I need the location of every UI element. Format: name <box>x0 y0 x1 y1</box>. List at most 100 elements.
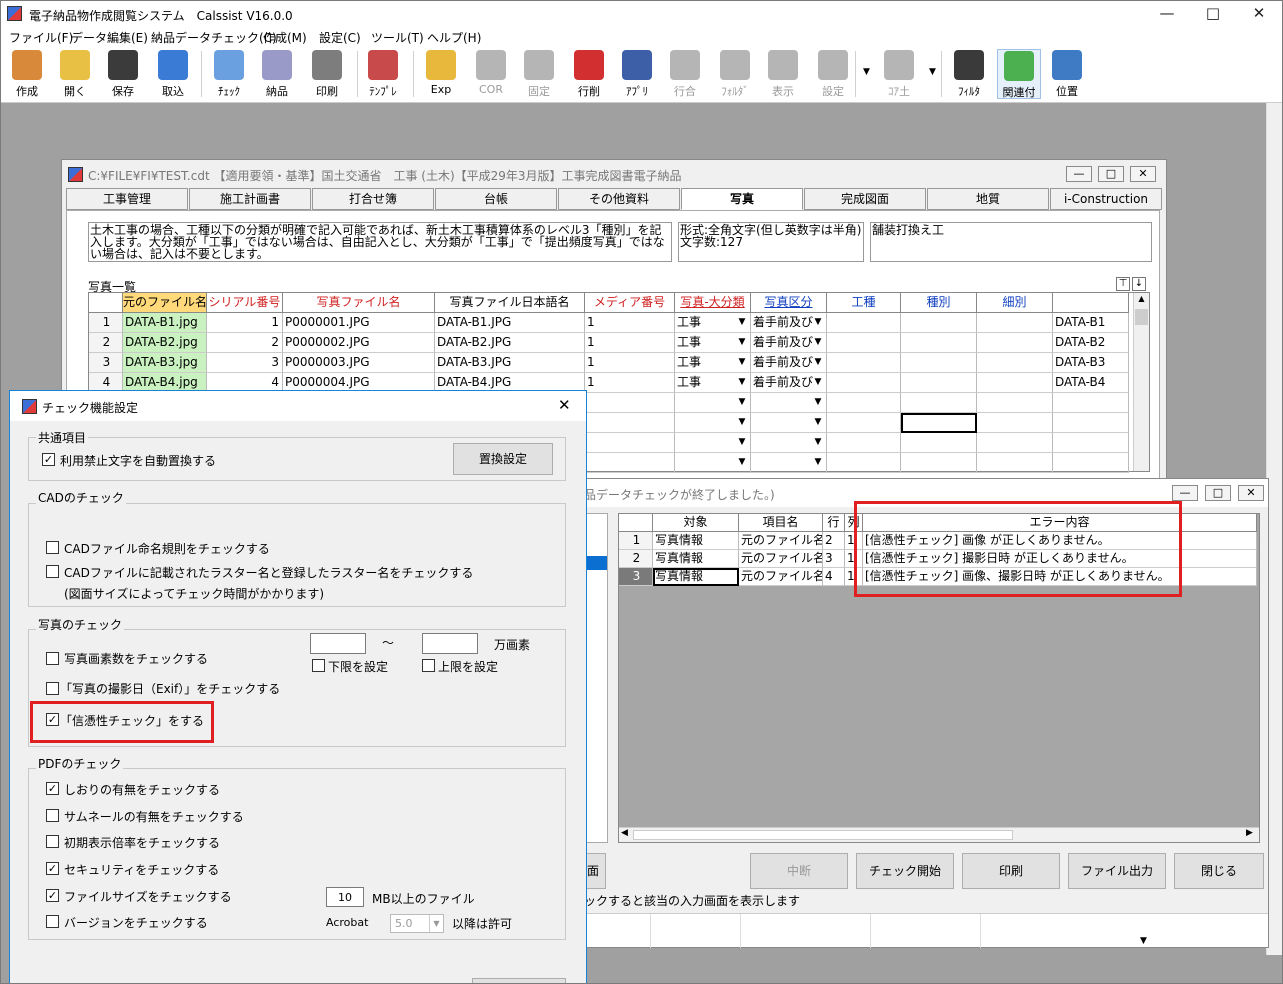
table-cell[interactable]: ▼ <box>751 453 827 473</box>
chevron-down-icon[interactable]: ▼ <box>735 413 749 431</box>
row-header[interactable]: 3 <box>619 568 653 586</box>
tab-other-documents[interactable]: その他資料 <box>558 188 680 210</box>
chevron-down-icon[interactable]: ▼ <box>811 313 825 331</box>
toolbar-button-open-folder[interactable]: 開く <box>53 49 97 99</box>
table-cell[interactable]: ▼ <box>675 393 751 413</box>
chevron-down-icon[interactable]: ▼ <box>735 333 749 351</box>
table-cell[interactable]: ▼ <box>751 433 827 453</box>
table-cell[interactable]: 写真情報 <box>653 568 739 586</box>
table-cell[interactable] <box>901 413 977 433</box>
result-close-button[interactable]: ✕ <box>1238 485 1264 501</box>
filesize-checkbox[interactable]: ✓ <box>46 889 59 902</box>
table-cell[interactable]: DATA-B2.jpg <box>123 333 207 353</box>
error-grid-hscrollbar[interactable]: ◀ ▶ <box>619 827 1259 842</box>
table-cell[interactable]: 1 <box>585 333 675 353</box>
menu-create[interactable]: 作成(M) <box>263 29 307 46</box>
column-header[interactable]: 種別 <box>901 293 977 313</box>
doc-maximize-button[interactable]: □ <box>1098 166 1124 182</box>
table-cell[interactable]: DATA-B2 <box>1053 333 1129 353</box>
bookmark-checkbox[interactable]: ✓ <box>46 782 59 795</box>
ok-button[interactable] <box>472 978 566 983</box>
toolbar-button-core-soil[interactable]: ｺｱ土 <box>877 49 921 99</box>
close-button[interactable]: ✕ <box>1236 1 1282 27</box>
field-value-input[interactable]: 舗装打換え工 <box>870 222 1152 262</box>
chevron-down-icon[interactable]: ▼ <box>811 333 825 351</box>
toolbar-button-printer[interactable]: 印刷 <box>305 49 349 99</box>
column-header[interactable] <box>619 514 653 532</box>
tab-completion-drawing[interactable]: 完成図面 <box>804 188 926 210</box>
toolbar-button-create[interactable]: 作成 <box>5 49 49 99</box>
column-header[interactable]: 写真区分 <box>751 293 827 313</box>
file-output-button[interactable]: ファイル出力 <box>1068 853 1166 889</box>
tab-construction-management[interactable]: 工事管理 <box>66 188 188 210</box>
table-cell[interactable] <box>977 313 1053 333</box>
dropdown-arrow-icon[interactable]: ▼ <box>863 67 870 77</box>
column-header[interactable]: 対象 <box>653 514 739 532</box>
toolbar-button-template[interactable]: ﾃﾝﾌﾟﾚ <box>361 49 405 99</box>
column-header[interactable]: メディア番号 <box>585 293 675 313</box>
upper-limit-checkbox[interactable] <box>422 659 435 672</box>
menu-settings[interactable]: 設定(C) <box>319 29 361 46</box>
scroll-left-arrow-icon[interactable]: ◀ <box>621 828 628 838</box>
table-cell[interactable] <box>977 353 1053 373</box>
column-header[interactable]: 写真ファイル日本語名 <box>435 293 585 313</box>
table-cell[interactable]: 工事 ▼ <box>675 353 751 373</box>
column-header[interactable]: 行 <box>823 514 845 532</box>
chevron-down-icon[interactable]: ▼ <box>429 915 443 932</box>
column-header[interactable]: 写真-大分類 <box>675 293 751 313</box>
table-cell[interactable] <box>977 333 1053 353</box>
hscroll-thumb[interactable] <box>633 830 1013 840</box>
replace-settings-button[interactable]: 置換設定 <box>453 443 553 475</box>
table-cell[interactable] <box>585 413 675 433</box>
chevron-down-icon[interactable]: ▼ <box>735 353 749 371</box>
table-cell[interactable] <box>585 453 675 473</box>
close-result-button[interactable]: 閉じる <box>1174 853 1264 889</box>
toolbar-button-check-magnifier[interactable]: ﾁｪｯｸ <box>207 49 251 99</box>
toolbar-button-folder[interactable]: ﾌｫﾙﾀﾞ <box>713 49 757 99</box>
table-cell[interactable]: 着手前及び ▼ <box>751 353 827 373</box>
table-cell[interactable]: P0000002.JPG <box>283 333 435 353</box>
toolbar-button-pin[interactable]: 固定 <box>517 49 561 99</box>
table-cell[interactable]: 4 <box>823 568 845 586</box>
toolbar-button-settings[interactable]: 設定 <box>811 49 855 99</box>
column-header[interactable]: 写真ファイル名 <box>283 293 435 313</box>
scroll-right-arrow-icon[interactable]: ▶ <box>1246 828 1253 838</box>
dialog-close-icon[interactable]: ✕ <box>558 396 571 414</box>
doc-minimize-button[interactable]: — <box>1066 166 1092 182</box>
scroll-bottom-button[interactable]: ↓ <box>1132 277 1146 291</box>
table-cell[interactable] <box>1053 413 1129 433</box>
column-header[interactable]: 細別 <box>977 293 1053 313</box>
doc-close-button[interactable]: ✕ <box>1130 166 1156 182</box>
menu-tools[interactable]: ツール(T) <box>371 29 424 46</box>
table-cell[interactable]: ▼ <box>675 453 751 473</box>
menu-data-edit[interactable]: データ編集(E) <box>71 29 148 46</box>
table-cell[interactable] <box>827 373 901 393</box>
table-cell[interactable]: DATA-B3 <box>1053 353 1129 373</box>
table-cell[interactable] <box>1053 433 1129 453</box>
table-cell[interactable] <box>901 353 977 373</box>
table-cell[interactable] <box>901 393 977 413</box>
table-cell[interactable]: 工事 ▼ <box>675 373 751 393</box>
chevron-down-icon[interactable]: ▼ <box>811 393 825 411</box>
table-cell[interactable]: 1 <box>207 313 283 333</box>
chevron-down-icon[interactable]: ▼ <box>735 433 749 451</box>
toolbar-button-import[interactable]: 取込 <box>151 49 195 99</box>
result-maximize-button[interactable]: □ <box>1205 485 1231 501</box>
row-header[interactable]: 3 <box>89 353 123 373</box>
zoom-checkbox[interactable] <box>46 835 59 848</box>
table-cell[interactable]: 写真情報 <box>653 550 739 568</box>
dropdown-arrow-icon[interactable]: ▼ <box>929 67 936 77</box>
table-cell[interactable]: DATA-B1.jpg <box>123 313 207 333</box>
table-cell[interactable] <box>827 313 901 333</box>
table-cell[interactable]: DATA-B3.jpg <box>123 353 207 373</box>
column-header[interactable] <box>1053 293 1129 313</box>
column-header[interactable] <box>89 293 123 313</box>
table-cell[interactable]: 写真情報 <box>653 532 739 550</box>
scroll-thumb[interactable] <box>1135 309 1148 325</box>
toolbar-button-disc[interactable]: 納品 <box>255 49 299 99</box>
table-cell[interactable] <box>1053 393 1129 413</box>
thumbnail-checkbox[interactable] <box>46 809 59 822</box>
table-cell[interactable]: 元のファイル名 <box>739 550 823 568</box>
chevron-down-icon[interactable]: ▼ <box>735 453 749 471</box>
menu-help[interactable]: ヘルプ(H) <box>427 29 481 46</box>
